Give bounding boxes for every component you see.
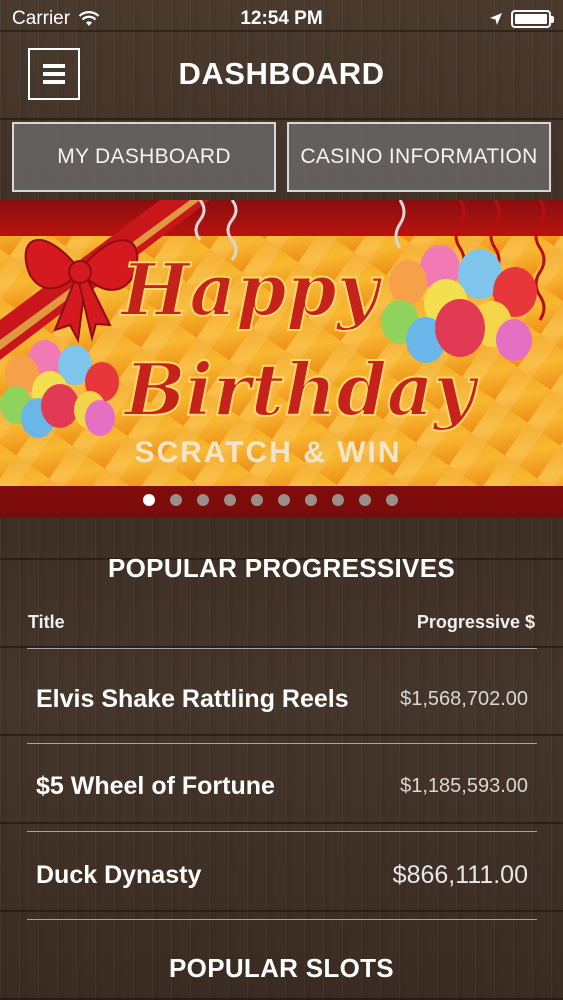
banner-line3: SCRATCH & WIN — [134, 436, 401, 469]
banner-pagination[interactable] — [0, 490, 563, 510]
page-title: DASHBOARD — [178, 56, 385, 91]
promo-banner[interactable]: Happy Birthday SCRATCH & WIN — [0, 200, 563, 518]
page-dot[interactable] — [359, 494, 371, 506]
battery-icon — [511, 10, 554, 28]
slots-title: POPULAR SLOTS — [169, 953, 394, 983]
row-title: $5 Wheel of Fortune — [36, 771, 275, 800]
divider — [27, 648, 537, 649]
status-left: Carrier — [12, 8, 100, 30]
tab-casino-information[interactable]: CASINO INFORMATION — [287, 122, 551, 192]
column-progressive: Progressive $ — [416, 611, 535, 632]
progressives-title: POPULAR PROGRESSIVES — [108, 553, 455, 583]
page-dot[interactable] — [278, 494, 290, 506]
tab-my-dashboard[interactable]: MY DASHBOARD — [12, 122, 276, 192]
page-dot[interactable] — [197, 494, 209, 506]
banner-line1: Happy — [119, 247, 382, 332]
divider — [27, 919, 537, 920]
page-dot[interactable] — [251, 494, 263, 506]
location-arrow-icon — [489, 12, 503, 26]
page-dot[interactable] — [332, 494, 344, 506]
status-right — [489, 10, 554, 28]
page-dot[interactable] — [386, 494, 398, 506]
carrier-label: Carrier — [12, 8, 71, 29]
hamburger-menu-icon[interactable] — [28, 48, 80, 100]
page-dot[interactable] — [143, 494, 155, 506]
table-row[interactable]: Elvis Shake Rattling Reels $1,568,702.00 — [36, 656, 528, 742]
banner-artwork: Happy Birthday SCRATCH & WIN — [0, 200, 563, 486]
wifi-icon — [78, 11, 100, 27]
nav-bar: DASHBOARD — [0, 38, 563, 110]
page-dot[interactable] — [224, 494, 236, 506]
status-bar: Carrier 12:54 PM — [0, 0, 563, 38]
table-row[interactable]: $5 Wheel of Fortune $1,185,593.00 — [36, 743, 528, 829]
tab-bar: MY DASHBOARD CASINO INFORMATION — [12, 122, 551, 192]
row-value: $1,568,702.00 — [400, 687, 528, 710]
row-value: $1,185,593.00 — [400, 774, 528, 797]
banner-line2: Birthday — [123, 347, 480, 432]
page-dot[interactable] — [170, 494, 182, 506]
page-dot[interactable] — [305, 494, 317, 506]
progressives-table-header: Title Progressive $ — [28, 608, 535, 636]
row-title: Elvis Shake Rattling Reels — [36, 684, 349, 713]
column-title: Title — [28, 611, 65, 632]
row-title: Duck Dynasty — [36, 860, 202, 889]
row-value: $866,111.00 — [392, 860, 528, 889]
table-row[interactable]: Duck Dynasty $866,111.00 — [36, 832, 528, 918]
